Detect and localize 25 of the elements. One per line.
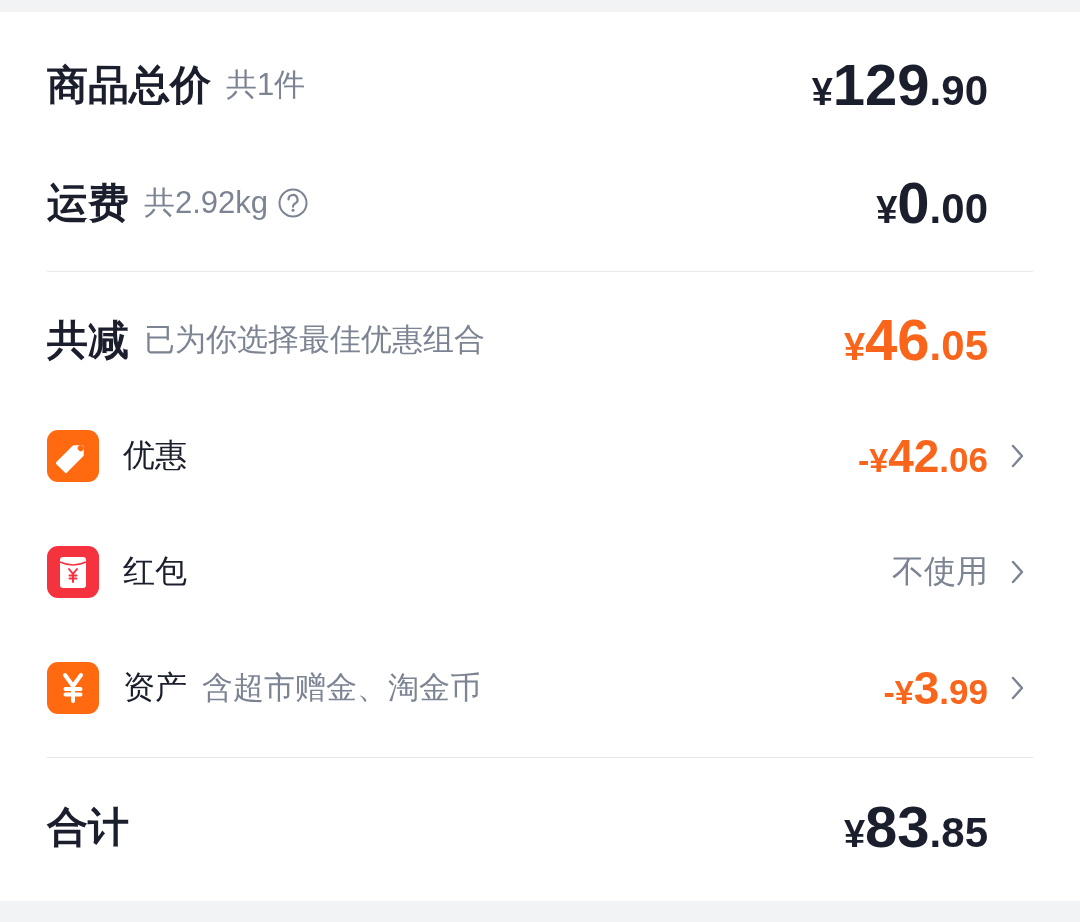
envelope-icon [47, 546, 99, 598]
discount-label: 优惠 [123, 436, 187, 475]
yen-icon [47, 662, 99, 714]
row-title: 运费 [47, 178, 129, 228]
row-title: 合计 [47, 802, 129, 852]
row-note: 已为你选择最佳优惠组合 [144, 321, 485, 359]
row-note: 共2.92kg [144, 184, 269, 222]
price-text: ¥0.00 [876, 174, 988, 232]
price-text: ¥83.85 [843, 798, 988, 856]
price-text: ¥129.90 [811, 56, 988, 114]
row-title: 共减 [47, 315, 129, 365]
chevron-right-icon[interactable] [1011, 676, 1024, 700]
chevron-right-icon[interactable] [1011, 444, 1024, 468]
chevron-right-icon[interactable] [1011, 560, 1024, 584]
price-text: ¥46.05 [843, 311, 988, 369]
value-text: 不使用 [892, 552, 988, 591]
discount-label: 资产 [123, 668, 187, 707]
price-text: -¥42.06 [857, 433, 988, 479]
row-title: 商品总价 [47, 60, 211, 110]
price-text: -¥3.99 [883, 665, 988, 711]
row-note: 共1件 [226, 66, 306, 104]
tag-icon [47, 430, 99, 482]
discount-note: 含超市赠金、淘金币 [202, 669, 481, 707]
help-icon[interactable] [278, 188, 309, 218]
discount-label: 红包 [123, 552, 187, 591]
